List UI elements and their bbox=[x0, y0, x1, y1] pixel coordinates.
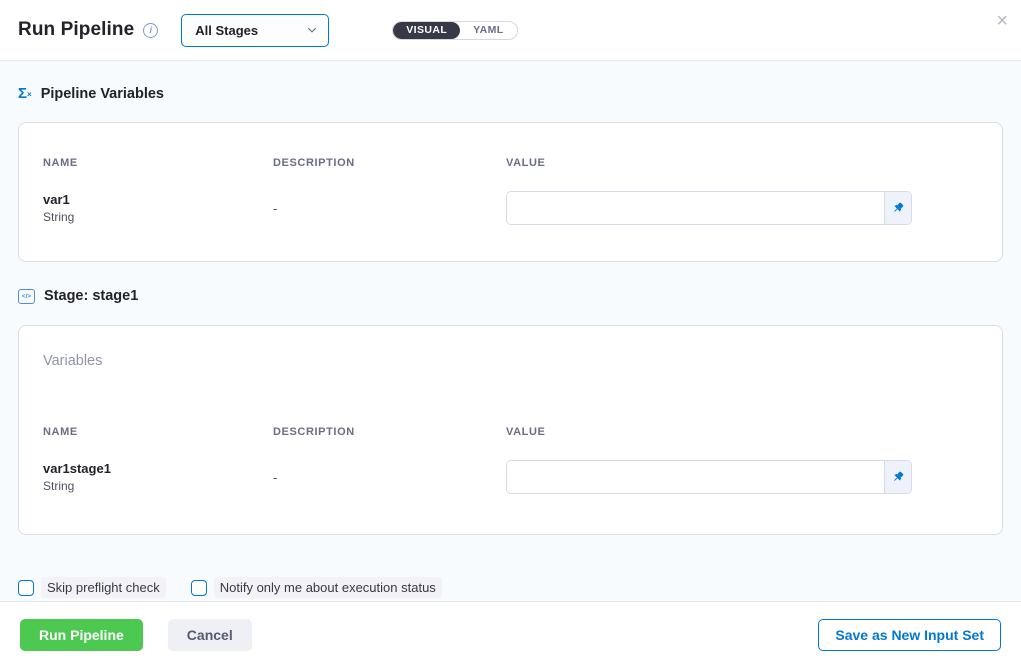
variable-value-input[interactable] bbox=[507, 461, 884, 493]
modal-content: Σ× Pipeline Variables NAME DESCRIPTION V… bbox=[0, 61, 1021, 601]
stage-title: Stage: stage1 bbox=[44, 288, 138, 304]
toggle-yaml[interactable]: YAML bbox=[460, 22, 516, 39]
cancel-button[interactable]: Cancel bbox=[168, 619, 252, 651]
variable-description: - bbox=[273, 201, 506, 216]
pin-input-type-button[interactable] bbox=[884, 461, 911, 493]
stage-icon: </> bbox=[18, 289, 35, 304]
pin-input-type-button[interactable] bbox=[884, 192, 911, 224]
variable-type: String bbox=[43, 210, 273, 224]
modal-footer: Run Pipeline Cancel Save as New Input Se… bbox=[0, 601, 1021, 667]
variable-name: var1stage1 bbox=[43, 461, 273, 476]
variable-value-cell bbox=[506, 191, 978, 225]
variable-value-cell bbox=[506, 460, 978, 494]
pipeline-variables-card: NAME DESCRIPTION VALUE var1 String - bbox=[18, 122, 1003, 262]
notify-only-me-label: Notify only me about execution status bbox=[214, 577, 442, 598]
stage-variables-table-header: NAME DESCRIPTION VALUE bbox=[43, 426, 978, 438]
page-title: Run Pipeline bbox=[18, 19, 134, 41]
pin-icon bbox=[891, 470, 905, 484]
stage-selector-dropdown[interactable]: All Stages bbox=[181, 14, 329, 47]
variable-type: String bbox=[43, 479, 273, 493]
stage-selector-value: All Stages bbox=[195, 23, 258, 38]
column-header-description: DESCRIPTION bbox=[273, 426, 506, 438]
visual-yaml-toggle: VISUAL YAML bbox=[392, 21, 517, 40]
notify-only-me-checkbox[interactable] bbox=[191, 580, 207, 596]
save-as-new-input-set-button[interactable]: Save as New Input Set bbox=[818, 619, 1001, 651]
column-header-name: NAME bbox=[43, 157, 273, 169]
column-header-description: DESCRIPTION bbox=[273, 157, 506, 169]
toggle-visual[interactable]: VISUAL bbox=[393, 22, 460, 39]
variable-name: var1 bbox=[43, 192, 273, 207]
stage-heading: </> Stage: stage1 bbox=[18, 288, 1003, 304]
run-pipeline-modal: Run Pipeline i All Stages VISUAL YAML × … bbox=[0, 0, 1021, 667]
pipeline-variables-title: Pipeline Variables bbox=[41, 86, 164, 102]
column-header-value: VALUE bbox=[506, 426, 978, 438]
variable-value-input[interactable] bbox=[507, 192, 884, 224]
variable-value-field-group bbox=[506, 460, 912, 494]
info-icon[interactable]: i bbox=[143, 23, 158, 38]
variables-table-header: NAME DESCRIPTION VALUE bbox=[43, 157, 978, 169]
execution-options: Skip preflight check Notify only me abou… bbox=[18, 577, 1003, 598]
table-row: var1 String - bbox=[43, 191, 978, 225]
skip-preflight-checkbox[interactable] bbox=[18, 580, 34, 596]
pipeline-variables-heading: Σ× Pipeline Variables bbox=[18, 61, 1003, 102]
modal-header: Run Pipeline i All Stages VISUAL YAML × bbox=[0, 0, 1021, 61]
variable-value-field-group bbox=[506, 191, 912, 225]
pipeline-variables-icon: Σ× bbox=[18, 86, 32, 102]
variable-description: - bbox=[273, 470, 506, 485]
chevron-down-icon bbox=[306, 24, 318, 36]
skip-preflight-label: Skip preflight check bbox=[41, 577, 166, 598]
table-row: var1stage1 String - bbox=[43, 460, 978, 494]
variable-name-cell: var1 String bbox=[43, 192, 273, 224]
pin-icon bbox=[891, 201, 905, 215]
stage-variables-card: Variables NAME DESCRIPTION VALUE var1sta… bbox=[18, 325, 1003, 535]
column-header-value: VALUE bbox=[506, 157, 978, 169]
close-icon[interactable]: × bbox=[996, 11, 1008, 31]
run-pipeline-button[interactable]: Run Pipeline bbox=[20, 619, 143, 651]
stage-card-title: Variables bbox=[43, 353, 978, 369]
notify-only-me-option: Notify only me about execution status bbox=[191, 577, 442, 598]
variable-name-cell: var1stage1 String bbox=[43, 461, 273, 493]
skip-preflight-option: Skip preflight check bbox=[18, 577, 166, 598]
column-header-name: NAME bbox=[43, 426, 273, 438]
